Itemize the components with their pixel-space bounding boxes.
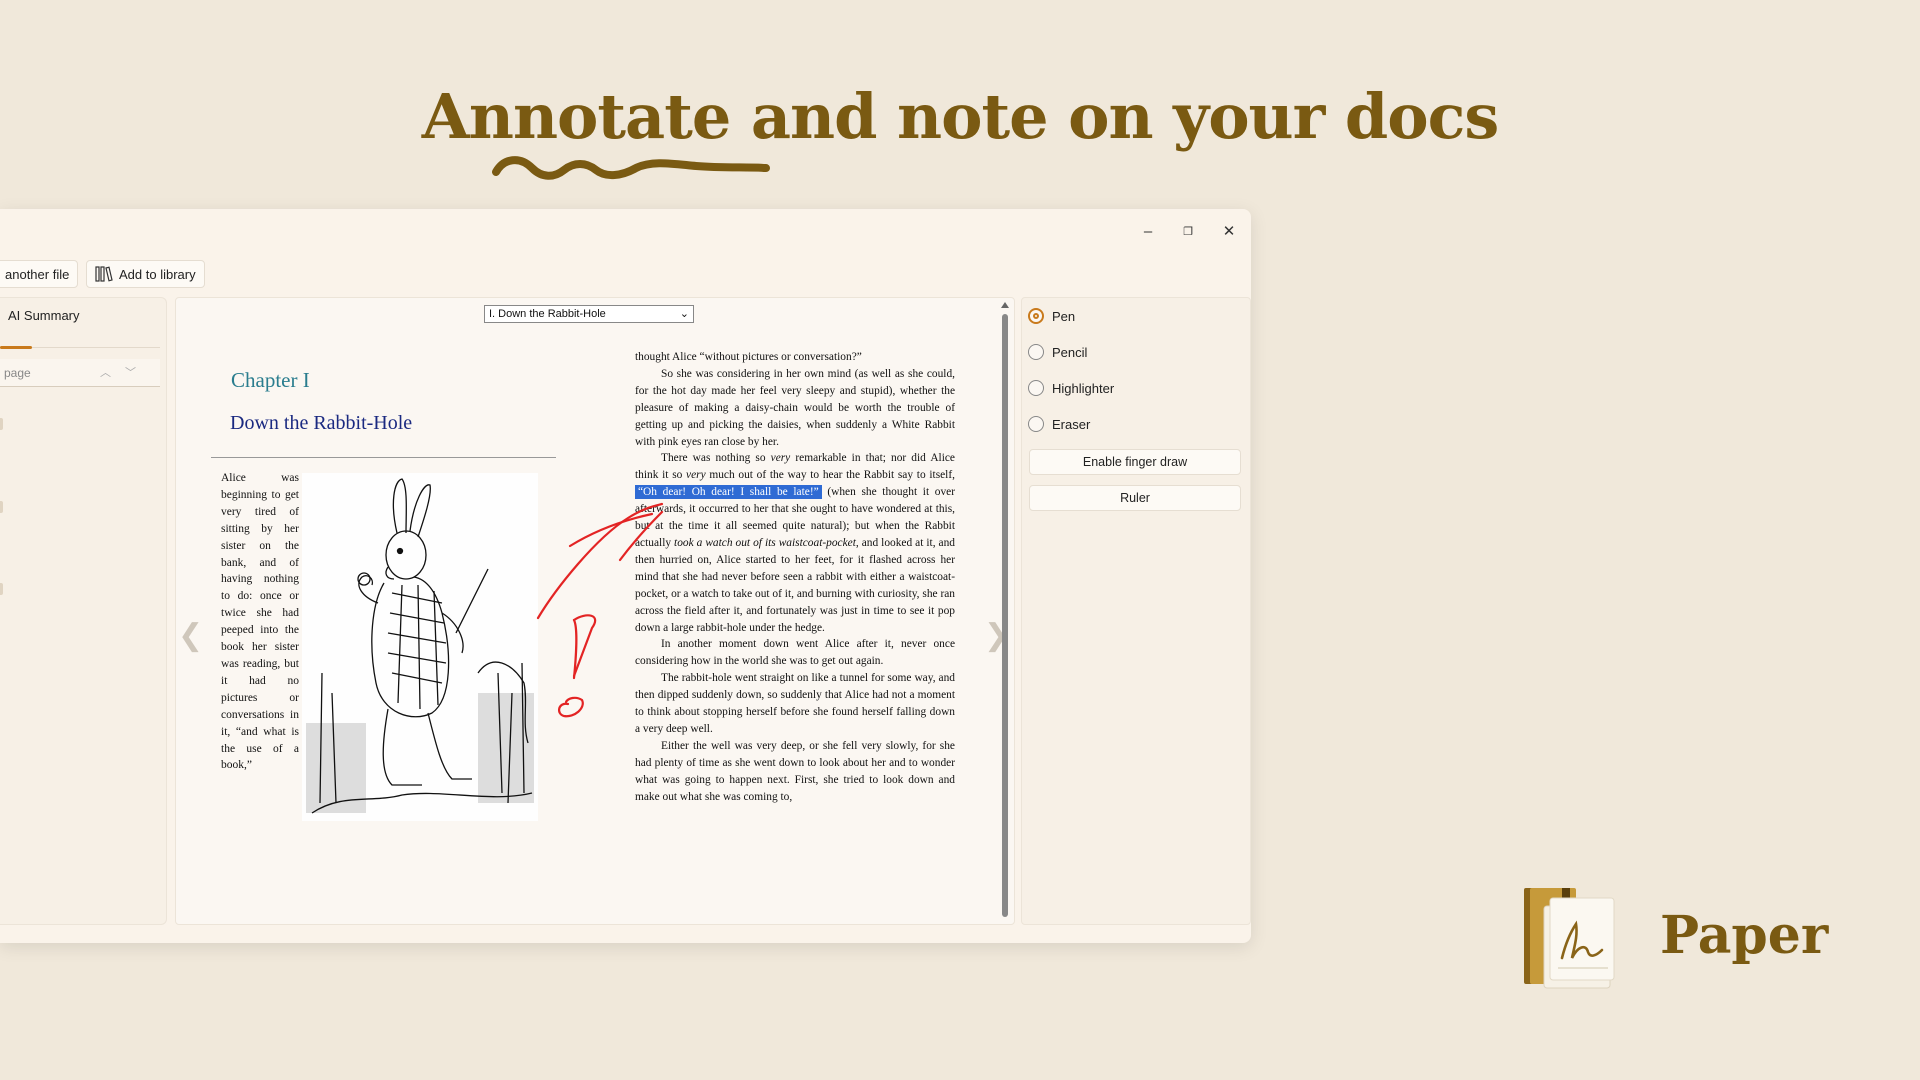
page-input-placeholder: page bbox=[4, 365, 31, 380]
paragraph: The rabbit-hole went straight on like a … bbox=[635, 672, 955, 735]
text-run: much out of the way to hear the Rabbit s… bbox=[705, 469, 955, 482]
minimize-button[interactable]: – bbox=[1128, 215, 1168, 247]
tool-option-eraser[interactable]: Eraser bbox=[1028, 416, 1090, 432]
page-stepper-icons[interactable]: ︿﹀ bbox=[100, 364, 150, 380]
chapter-select-value: I. Down the Rabbit-Hole bbox=[489, 308, 606, 320]
add-to-library-label: Add to library bbox=[119, 266, 196, 282]
scroll-thumb[interactable] bbox=[1002, 314, 1008, 917]
document-viewer[interactable]: I. Down the Rabbit-Hole ⌄ Chapter I Down… bbox=[175, 297, 1015, 925]
paragraph: In another moment down went Alice after … bbox=[635, 638, 955, 668]
title-divider bbox=[211, 457, 556, 458]
enable-finger-draw-button[interactable]: Enable finger draw bbox=[1029, 449, 1241, 475]
paper-app-icon bbox=[1524, 888, 1615, 989]
tool-label: Eraser bbox=[1052, 416, 1091, 432]
active-tab-indicator bbox=[0, 346, 32, 349]
open-another-file-label: another file bbox=[5, 266, 70, 282]
highlighted-text[interactable]: “Oh dear! Oh dear! I shall be late!” bbox=[635, 485, 822, 500]
tool-label: Pencil bbox=[1052, 344, 1088, 360]
text-column-right: thought Alice “without pictures or conve… bbox=[635, 349, 955, 805]
thumbnail-marker bbox=[0, 501, 3, 513]
scroll-up-icon[interactable] bbox=[1001, 302, 1009, 308]
close-button[interactable]: ✕ bbox=[1209, 215, 1249, 247]
restore-button[interactable]: ❐ bbox=[1168, 215, 1208, 247]
open-another-file-button[interactable]: another file bbox=[0, 260, 79, 288]
library-icon bbox=[95, 266, 113, 282]
paragraph: There was nothing so very remarkable in … bbox=[635, 450, 955, 636]
emphasis: very bbox=[686, 469, 706, 482]
chapter-title: Down the Rabbit-Hole bbox=[230, 412, 413, 434]
document-scrollbar[interactable] bbox=[1001, 302, 1009, 922]
annotation-tools-panel: Pen Pencil Highlighter Eraser Enable fin… bbox=[1021, 297, 1251, 925]
emphasis: took a watch out of its waistcoat-pocket bbox=[674, 536, 856, 549]
thumbnail-marker bbox=[0, 418, 3, 430]
chapter-select[interactable]: I. Down the Rabbit-Hole ⌄ bbox=[484, 305, 694, 323]
paragraph: thought Alice “without pictures or conve… bbox=[635, 351, 862, 363]
add-to-library-button[interactable]: Add to library bbox=[86, 260, 205, 288]
tool-option-highlighter[interactable]: Highlighter bbox=[1028, 380, 1114, 396]
paragraph: So she was considering in her own mind (… bbox=[635, 367, 955, 448]
tool-option-pencil[interactable]: Pencil bbox=[1028, 344, 1087, 360]
tool-label: Pen bbox=[1052, 308, 1076, 324]
chevron-down-icon: ⌄ bbox=[679, 308, 689, 320]
tab-ai-summary[interactable]: AI Summary bbox=[8, 308, 80, 323]
chapter-heading: Chapter I bbox=[231, 368, 310, 392]
left-panel: AI Summary page ︿﹀ bbox=[0, 297, 167, 925]
text-run: , and looked at it, and then hurried on,… bbox=[635, 536, 955, 634]
headline: Annotate and note on your docs bbox=[421, 80, 1499, 153]
brand-name: Paper bbox=[1660, 905, 1829, 966]
app-window: – ❐ ✕ another file Add to library AI Sum… bbox=[0, 209, 1251, 943]
white-rabbit-illustration bbox=[302, 473, 538, 821]
page-input[interactable]: page ︿﹀ bbox=[0, 359, 160, 387]
radio-selected-icon[interactable] bbox=[1028, 308, 1044, 324]
tab-divider bbox=[32, 347, 160, 348]
thumbnail-marker bbox=[0, 583, 3, 595]
tool-label: Highlighter bbox=[1052, 380, 1115, 396]
ruler-button[interactable]: Ruler bbox=[1029, 485, 1241, 511]
tool-option-pen[interactable]: Pen bbox=[1028, 308, 1075, 324]
text-run: There was nothing so bbox=[661, 452, 771, 465]
emphasis: very bbox=[770, 452, 791, 465]
previous-page-arrow[interactable]: ❮ bbox=[178, 618, 203, 653]
radio-icon[interactable] bbox=[1028, 416, 1044, 432]
radio-icon[interactable] bbox=[1028, 344, 1044, 360]
paragraph: Either the well was very deep, or she fe… bbox=[635, 739, 955, 803]
radio-icon[interactable] bbox=[1028, 380, 1044, 396]
text-column-left: Alice was beginning to get very tired of… bbox=[221, 472, 299, 772]
headline-squiggle bbox=[492, 156, 770, 180]
